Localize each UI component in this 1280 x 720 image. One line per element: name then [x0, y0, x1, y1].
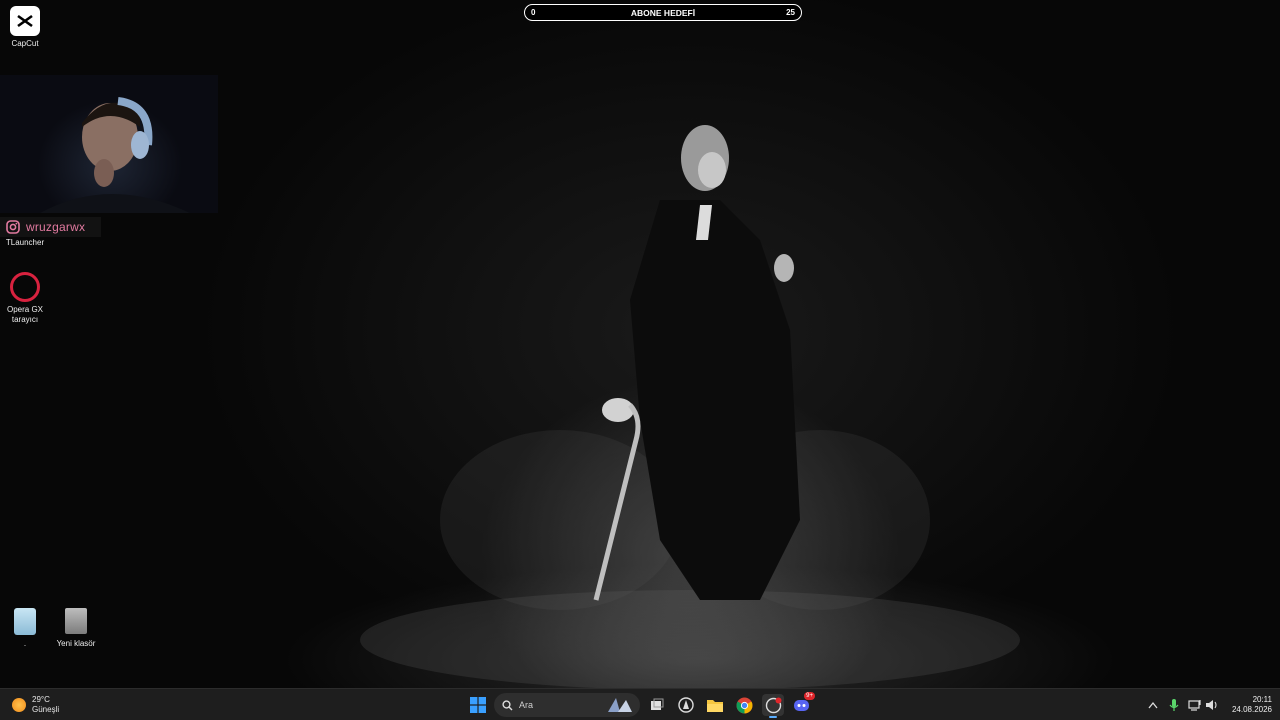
- desktop-icon-label: Yeni klasör: [56, 639, 96, 648]
- notification-badge: 9+: [804, 692, 815, 700]
- desktop-icon-opera-gx[interactable]: Opera GX tarayıcı: [0, 272, 55, 325]
- desktop-icon-label: Opera GX tarayıcı: [6, 305, 43, 324]
- opera-gx-icon: [10, 272, 40, 302]
- folder-icon: [61, 606, 91, 636]
- recording-app-icon: [765, 697, 781, 713]
- microphone-icon: [1169, 699, 1179, 711]
- chrome-icon: [736, 697, 752, 713]
- desktop-icon-label: TLauncher: [5, 238, 45, 247]
- desktop-icon-label: .: [23, 639, 27, 648]
- recycle-bin-icon: [10, 606, 40, 636]
- start-button[interactable]: [467, 694, 489, 716]
- taskbar-search[interactable]: Ara: [494, 693, 640, 717]
- speaker-icon: [1206, 700, 1217, 710]
- search-icon: [502, 699, 513, 710]
- tray-microphone[interactable]: [1166, 694, 1182, 716]
- desktop-icon-label: CapCut: [11, 39, 39, 48]
- taskbar-app-chrome[interactable]: [733, 694, 755, 716]
- instagram-icon: [6, 220, 20, 234]
- desktop-icon-tlauncher[interactable]: TLauncher: [0, 238, 55, 248]
- taskbar-app-streaming[interactable]: [762, 694, 784, 718]
- network-icon: [1188, 700, 1201, 711]
- task-view-icon: [651, 698, 664, 710]
- weather-temp: 29°C: [32, 695, 50, 704]
- taskbar-app-file-explorer[interactable]: [704, 694, 726, 716]
- folder-icon: [707, 699, 723, 712]
- weather-widget[interactable]: 29°C Güneşli: [12, 695, 59, 715]
- capcut-icon: [10, 6, 40, 36]
- desktop-icon-capcut[interactable]: CapCut: [0, 6, 55, 49]
- search-placeholder: Ara: [519, 700, 534, 710]
- taskbar: 29°C Güneşli Ara 9+ 20:11 24.08.2026: [0, 688, 1280, 720]
- desktop-icon-new-folder[interactable]: Yeni klasör: [46, 606, 106, 649]
- tray-volume[interactable]: [1204, 694, 1220, 716]
- webcam-overlay: [0, 75, 218, 213]
- taskbar-clock[interactable]: 20:11 24.08.2026: [1228, 695, 1272, 715]
- subscriber-goal-bar: 0 ABONE HEDEFİ 25: [524, 4, 802, 21]
- instagram-badge: wruzgarwx: [0, 217, 101, 237]
- search-highlight-icon: [608, 698, 632, 712]
- sun-icon: [12, 698, 26, 712]
- windows-icon: [470, 697, 486, 713]
- goal-title: ABONE HEDEFİ: [630, 7, 696, 18]
- game-launcher-icon: [678, 697, 694, 713]
- taskbar-app-discord[interactable]: 9+: [791, 692, 815, 716]
- clock-time: 20:11: [1252, 695, 1272, 704]
- chevron-up-icon: [1148, 701, 1158, 709]
- instagram-handle: wruzgarwx: [26, 220, 86, 234]
- taskbar-app-steam[interactable]: [675, 694, 697, 716]
- tray-network[interactable]: [1187, 694, 1203, 716]
- weather-condition: Güneşli: [32, 705, 60, 714]
- clock-date: 24.08.2026: [1231, 705, 1272, 714]
- task-view-button[interactable]: [646, 694, 668, 716]
- tray-overflow-button[interactable]: [1145, 694, 1161, 716]
